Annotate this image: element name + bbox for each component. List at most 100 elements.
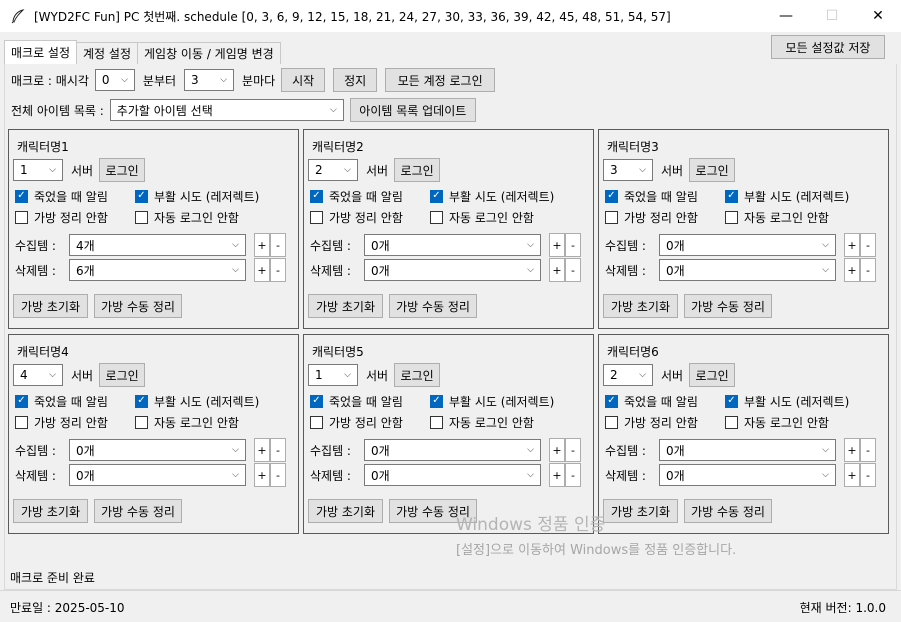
bag-reset-button[interactable]: 가방 초기화 — [13, 499, 88, 523]
revive-checkbox[interactable]: ✓ 부활 시도 (레저렉트) — [135, 393, 259, 410]
collect-select[interactable]: 0개 ⌵ — [659, 439, 836, 461]
notify-death-checkbox[interactable]: ✓ 죽었을 때 알림 — [605, 188, 725, 205]
hour-select[interactable]: 0 ⌵ — [94, 69, 135, 91]
bag-reset-button[interactable]: 가방 초기화 — [308, 499, 383, 523]
server-select[interactable]: 1 ⌵ — [308, 364, 358, 386]
delete-plus-button[interactable]: + — [254, 258, 270, 282]
collect-minus-button[interactable]: - — [270, 233, 286, 257]
collect-plus-button[interactable]: + — [254, 233, 270, 257]
server-select[interactable]: 4 ⌵ — [13, 364, 63, 386]
no-bag-sort-checkbox[interactable]: 가방 정리 안함 — [15, 209, 135, 226]
no-bag-sort-checkbox[interactable]: 가방 정리 안함 — [605, 209, 725, 226]
login-button[interactable]: 로그인 — [99, 363, 146, 387]
no-bag-sort-checkbox[interactable]: 가방 정리 안함 — [310, 209, 430, 226]
delete-plus-button[interactable]: + — [844, 258, 860, 282]
collect-plus-button[interactable]: + — [254, 438, 270, 462]
status-bar: 만료일 : 2025-05-10 현재 버전: 1.0.0 — [0, 590, 901, 622]
login-button[interactable]: 로그인 — [394, 363, 441, 387]
collect-select[interactable]: 4개 ⌵ — [69, 234, 246, 256]
delete-select[interactable]: 0개 ⌵ — [364, 259, 541, 281]
update-items-button[interactable]: 아이템 목록 업데이트 — [349, 98, 476, 122]
server-select[interactable]: 2 ⌵ — [603, 364, 653, 386]
no-auto-login-checkbox[interactable]: 자동 로그인 안함 — [725, 414, 829, 431]
no-auto-login-checkbox[interactable]: 자동 로그인 안함 — [430, 414, 534, 431]
collect-plus-button[interactable]: + — [844, 438, 860, 462]
collect-minus-button[interactable]: - — [565, 438, 581, 462]
server-select[interactable]: 2 ⌵ — [308, 159, 358, 181]
bag-manual-sort-button[interactable]: 가방 수동 정리 — [684, 499, 772, 523]
delete-select[interactable]: 0개 ⌵ — [69, 464, 246, 486]
delete-minus-button[interactable]: - — [565, 463, 581, 487]
notify-death-checkbox[interactable]: ✓ 죽었을 때 알림 — [310, 188, 430, 205]
login-button[interactable]: 로그인 — [394, 158, 441, 182]
revive-checkbox[interactable]: ✓ 부활 시도 (레저렉트) — [430, 393, 554, 410]
collect-minus-button[interactable]: - — [565, 233, 581, 257]
tab-macro-settings[interactable]: 매크로 설정 — [4, 40, 78, 64]
stop-button[interactable]: 정지 — [333, 68, 378, 92]
server-select[interactable]: 3 ⌵ — [603, 159, 653, 181]
bag-reset-button[interactable]: 가방 초기화 — [13, 294, 88, 318]
delete-minus-button[interactable]: - — [860, 463, 876, 487]
revive-checkbox[interactable]: ✓ 부활 시도 (레저렉트) — [430, 188, 554, 205]
delete-select[interactable]: 0개 ⌵ — [659, 464, 836, 486]
bag-manual-sort-button[interactable]: 가방 수동 정리 — [389, 499, 477, 523]
bag-reset-button[interactable]: 가방 초기화 — [603, 499, 678, 523]
revive-checkbox[interactable]: ✓ 부활 시도 (레저렉트) — [725, 393, 849, 410]
bag-manual-sort-button[interactable]: 가방 수동 정리 — [94, 294, 182, 318]
delete-select[interactable]: 6개 ⌵ — [69, 259, 246, 281]
login-button[interactable]: 로그인 — [689, 363, 736, 387]
login-button[interactable]: 로그인 — [689, 158, 736, 182]
close-button[interactable]: ✕ — [855, 0, 901, 32]
no-bag-sort-checkbox[interactable]: 가방 정리 안함 — [605, 414, 725, 431]
server-label: 서버 — [661, 163, 684, 178]
interval-select[interactable]: 3 ⌵ — [184, 69, 235, 91]
collect-select[interactable]: 0개 ⌵ — [364, 234, 541, 256]
bag-reset-button[interactable]: 가방 초기화 — [308, 294, 383, 318]
bag-manual-sort-button[interactable]: 가방 수동 정리 — [94, 499, 182, 523]
delete-minus-button[interactable]: - — [860, 258, 876, 282]
revive-checkbox[interactable]: ✓ 부활 시도 (레저렉트) — [725, 188, 849, 205]
collect-minus-button[interactable]: - — [860, 233, 876, 257]
bag-reset-button[interactable]: 가방 초기화 — [603, 294, 678, 318]
login-all-button[interactable]: 모든 계정 로그인 — [385, 68, 496, 92]
delete-plus-button[interactable]: + — [549, 463, 565, 487]
delete-plus-button[interactable]: + — [549, 258, 565, 282]
delete-plus-button[interactable]: + — [844, 463, 860, 487]
delete-select[interactable]: 0개 ⌵ — [364, 464, 541, 486]
collect-minus-button[interactable]: - — [270, 438, 286, 462]
start-button[interactable]: 시작 — [281, 68, 326, 92]
collect-plus-button[interactable]: + — [549, 233, 565, 257]
tab-window-move[interactable]: 게임창 이동 / 게임명 변경 — [137, 42, 281, 64]
no-bag-sort-checkbox[interactable]: 가방 정리 안함 — [15, 414, 135, 431]
no-auto-login-checkbox[interactable]: 자동 로그인 안함 — [135, 414, 239, 431]
delete-minus-button[interactable]: - — [565, 258, 581, 282]
server-select[interactable]: 1 ⌵ — [13, 159, 63, 181]
notify-death-checkbox[interactable]: ✓ 죽었을 때 알림 — [605, 393, 725, 410]
notify-death-checkbox[interactable]: ✓ 죽었을 때 알림 — [310, 393, 430, 410]
collect-minus-button[interactable]: - — [860, 438, 876, 462]
no-bag-sort-checkbox[interactable]: 가방 정리 안함 — [310, 414, 430, 431]
bag-manual-sort-button[interactable]: 가방 수동 정리 — [684, 294, 772, 318]
collect-plus-button[interactable]: + — [844, 233, 860, 257]
tab-account-settings[interactable]: 계정 설정 — [76, 42, 138, 64]
notify-death-checkbox[interactable]: ✓ 죽었을 때 알림 — [15, 188, 135, 205]
collect-select[interactable]: 0개 ⌵ — [659, 234, 836, 256]
maximize-button[interactable]: ☐ — [809, 0, 855, 32]
delete-select[interactable]: 0개 ⌵ — [659, 259, 836, 281]
delete-minus-button[interactable]: - — [270, 463, 286, 487]
notify-death-checkbox[interactable]: ✓ 죽었을 때 알림 — [15, 393, 135, 410]
minimize-button[interactable]: — — [763, 0, 809, 32]
login-button[interactable]: 로그인 — [99, 158, 146, 182]
collect-plus-button[interactable]: + — [549, 438, 565, 462]
delete-plus-button[interactable]: + — [254, 463, 270, 487]
bag-manual-sort-button[interactable]: 가방 수동 정리 — [389, 294, 477, 318]
item-select[interactable]: 추가할 아이템 선택 ⌵ — [109, 99, 344, 121]
collect-select[interactable]: 0개 ⌵ — [364, 439, 541, 461]
revive-checkbox[interactable]: ✓ 부활 시도 (레저렉트) — [135, 188, 259, 205]
collect-select[interactable]: 0개 ⌵ — [69, 439, 246, 461]
delete-minus-button[interactable]: - — [270, 258, 286, 282]
save-all-button[interactable]: 모든 설정값 저장 — [771, 35, 885, 59]
no-auto-login-checkbox[interactable]: 자동 로그인 안함 — [725, 209, 829, 226]
no-auto-login-checkbox[interactable]: 자동 로그인 안함 — [135, 209, 239, 226]
no-auto-login-checkbox[interactable]: 자동 로그인 안함 — [430, 209, 534, 226]
